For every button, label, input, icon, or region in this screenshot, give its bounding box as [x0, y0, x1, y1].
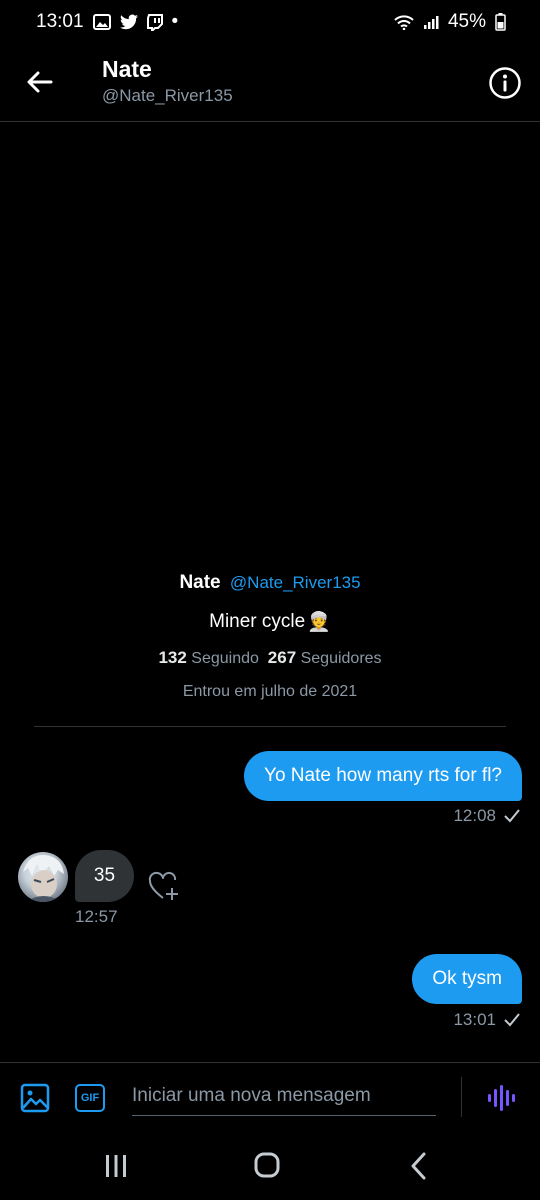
home-button[interactable] [247, 1150, 287, 1182]
conversation-handle: @Nate_River135 [102, 86, 233, 105]
status-bar: 13:01 • 45% [0, 0, 540, 44]
avatar[interactable] [18, 852, 68, 902]
profile-joined: Entrou em julho de 2021 [182, 683, 358, 700]
conversation-title: Nate [102, 56, 152, 82]
home-icon [254, 1152, 280, 1178]
twitter-notification-icon [119, 14, 138, 30]
back-button[interactable] [24, 66, 56, 98]
message-bubble-outgoing[interactable]: Yo Nate how many rts for fl? [244, 751, 522, 801]
message-composer: GIF [0, 1062, 540, 1132]
image-icon [20, 1083, 50, 1113]
checkmark-icon [504, 1013, 520, 1027]
message-meta: 12:08 [453, 806, 520, 826]
profile-handle: @Nate_River135 [229, 573, 361, 592]
profile-bio: Miner cycle 👳 [0, 610, 540, 634]
recent-apps-icon [106, 1155, 126, 1177]
profile-stats: 132 Seguindo 267 Seguidores [0, 648, 540, 668]
message-input[interactable] [132, 1077, 436, 1116]
followers-count: 267 [267, 648, 297, 667]
following-count: 132 [158, 648, 187, 667]
info-button[interactable] [488, 66, 522, 100]
divider [461, 1077, 462, 1117]
message-meta: 13:01 [453, 1010, 520, 1030]
battery-percent: 45% [447, 11, 486, 32]
system-back-button[interactable] [398, 1150, 438, 1182]
message-bubble-incoming[interactable]: 35 [75, 850, 134, 902]
divider [34, 726, 506, 727]
conversation-header: Nate @Nate_River135 [0, 44, 540, 122]
followers-label: Seguidores [300, 650, 382, 667]
signal-icon [423, 14, 439, 30]
react-button[interactable] [148, 871, 180, 903]
profile-name-row: Nate @Nate_River135 [0, 572, 540, 594]
gallery-notification-icon [92, 14, 111, 30]
voice-wave-icon [488, 1085, 515, 1111]
recent-apps-button[interactable] [96, 1150, 136, 1182]
wifi-icon [394, 14, 414, 30]
profile-summary[interactable]: Nate @Nate_River135 Miner cycle 👳 132 Se… [0, 572, 540, 701]
message-time: 12:08 [453, 806, 496, 825]
gif-button[interactable]: GIF [75, 1084, 105, 1112]
message-time: 13:01 [453, 1010, 496, 1029]
chevron-left-icon [411, 1152, 426, 1180]
profile-name: Nate [179, 572, 221, 593]
arrow-left-icon [27, 71, 53, 93]
voice-message-button[interactable] [486, 1083, 516, 1113]
message-time: 12:57 [75, 907, 118, 926]
system-nav-bar [0, 1132, 540, 1200]
status-time: 13:01 [36, 11, 84, 32]
turban-emoji-icon: 👳 [307, 612, 331, 633]
notification-dot: • [171, 11, 179, 32]
twitch-notification-icon [146, 13, 163, 31]
profile-bio-text: Miner cycle [209, 611, 306, 632]
heart-plus-icon [148, 871, 178, 900]
following-label: Seguindo [191, 650, 259, 667]
add-image-button[interactable] [20, 1083, 50, 1113]
checkmark-icon [504, 809, 520, 823]
battery-icon [495, 13, 506, 31]
avatar-image [23, 854, 64, 902]
message-bubble-outgoing[interactable]: Ok tysm [412, 954, 522, 1004]
info-icon [489, 67, 521, 99]
